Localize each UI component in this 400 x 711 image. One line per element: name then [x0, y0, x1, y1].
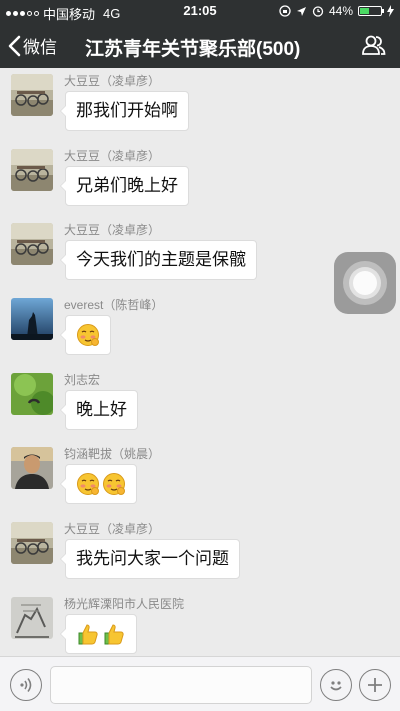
voice-button[interactable] — [10, 669, 42, 701]
message-bubble[interactable]: 晚上好 — [60, 390, 138, 430]
bicycles-photo-icon — [11, 149, 53, 191]
green-nature-photo-icon — [11, 373, 53, 415]
navigation-bar: 微信 江苏青年关节聚乐部(500) — [0, 22, 400, 68]
avatar[interactable] — [11, 223, 53, 265]
status-bar: 中国移动 4G 21:05 44% — [0, 0, 400, 22]
sender-name: 杨光辉溧阳市人民医院 — [64, 597, 185, 611]
sender-name: everest（陈哲峰） — [64, 298, 164, 312]
input-bar — [0, 656, 400, 711]
avatar[interactable] — [11, 149, 53, 191]
group-people-icon — [362, 35, 386, 55]
sketch-figure-icon — [11, 597, 53, 639]
avatar[interactable] — [11, 373, 53, 415]
message-bubble[interactable]: 我先问大家一个问题 — [60, 539, 240, 579]
bicycles-photo-icon — [11, 74, 53, 116]
message-list[interactable]: 大豆豆（凌卓彦） 那我们开始啊 大豆豆（凌卓彦） 兄弟们晚上好 大豆豆（凌卓彦）… — [0, 68, 400, 656]
back-label: 微信 — [23, 38, 57, 57]
rotation-lock-icon — [279, 5, 291, 17]
avatar[interactable] — [11, 522, 53, 564]
sender-name: 大豆豆（凌卓彦） — [64, 74, 161, 88]
bicycles-photo-icon — [11, 522, 53, 564]
avatar[interactable] — [11, 298, 53, 340]
emoji-button[interactable] — [320, 669, 352, 701]
charging-bolt-icon — [387, 5, 394, 17]
blush-emoji-icon — [103, 473, 125, 495]
man-portrait-icon — [11, 447, 53, 489]
more-button[interactable] — [359, 669, 391, 701]
plus-icon — [368, 678, 382, 692]
blush-emoji-icon — [77, 324, 99, 346]
avatar[interactable] — [11, 74, 53, 116]
blush-emoji-icon — [77, 473, 99, 495]
wechat-group-chat: 中国移动 4G 21:05 44% 微信 江苏青年关节聚乐部(500) 大豆豆（… — [0, 0, 400, 711]
bicycles-photo-icon — [11, 223, 53, 265]
avatar[interactable] — [11, 597, 53, 639]
message-bubble[interactable]: 今天我们的主题是保髋 — [60, 240, 257, 280]
smiley-icon — [330, 681, 342, 691]
voice-icon — [20, 678, 32, 692]
back-button[interactable]: 微信 — [8, 33, 57, 58]
assistive-touch-button[interactable] — [334, 252, 396, 314]
message-bubble[interactable]: 兄弟们晚上好 — [60, 166, 189, 206]
sender-name: 大豆豆（凌卓彦） — [64, 522, 161, 536]
thumbs-up-emoji-icon — [78, 624, 98, 645]
message-bubble[interactable] — [60, 464, 137, 504]
sender-name: 刘志宏 — [64, 373, 101, 387]
alarm-icon — [312, 6, 324, 17]
chat-title: 江苏青年关节聚乐部(500) — [85, 39, 301, 60]
thumbs-up-emoji-icon — [104, 624, 124, 645]
battery-percent: 44% — [328, 4, 353, 18]
message-bubble[interactable] — [60, 315, 111, 355]
status-icons: 44% — [279, 4, 394, 18]
location-arrow-icon — [296, 6, 306, 16]
chevron-left-icon — [8, 35, 21, 56]
message-bubble[interactable] — [60, 614, 137, 654]
sender-name: 大豆豆（凌卓彦） — [64, 223, 161, 237]
sender-name: 钧涵靶拔（姚晨） — [64, 447, 161, 461]
message-bubble[interactable]: 那我们开始啊 — [60, 91, 189, 131]
message-input[interactable] — [50, 666, 312, 704]
sender-name: 大豆豆（凌卓彦） — [64, 149, 161, 163]
battery-icon — [358, 6, 384, 16]
wolf-silhouette-icon — [11, 298, 53, 340]
group-info-button[interactable] — [362, 34, 386, 61]
avatar[interactable] — [11, 447, 53, 489]
